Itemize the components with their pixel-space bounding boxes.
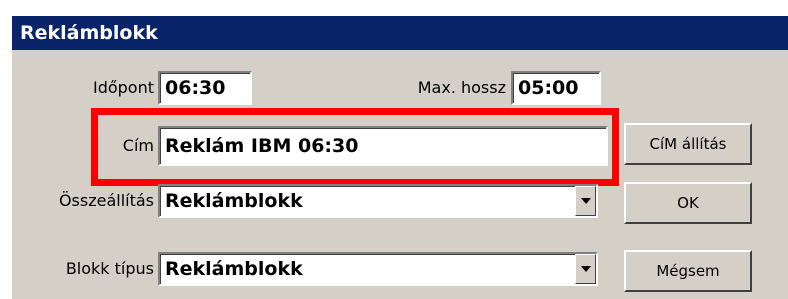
- idopont-input[interactable]: 06:30: [158, 71, 252, 105]
- window-title: Reklámblokk: [12, 16, 788, 50]
- dropdown-arrow-icon[interactable]: [575, 254, 596, 284]
- osszeallitas-select[interactable]: Reklámblokk: [158, 184, 598, 218]
- megsem-button[interactable]: Mégsem: [624, 250, 752, 292]
- blokk-tipus-value: Reklámblokk: [165, 258, 303, 280]
- dropdown-arrow-icon[interactable]: [575, 186, 596, 216]
- idopont-label: Időpont: [92, 78, 154, 97]
- osszeallitas-label: Összeállítás: [58, 191, 154, 210]
- cim-allitas-button[interactable]: CíM állítás: [624, 123, 752, 165]
- blokk-tipus-select[interactable]: Reklámblokk: [158, 252, 598, 286]
- dialog-window: Reklámblokk Időpont 06:30 Max. hossz 05:…: [12, 16, 788, 299]
- osszeallitas-value: Reklámblokk: [165, 190, 303, 212]
- ok-button[interactable]: OK: [624, 182, 752, 224]
- max-hossz-label: Max. hossz: [417, 78, 506, 97]
- blokk-tipus-label: Blokk típus: [65, 259, 154, 278]
- highlight-box: [91, 108, 619, 186]
- max-hossz-input[interactable]: 05:00: [511, 71, 601, 105]
